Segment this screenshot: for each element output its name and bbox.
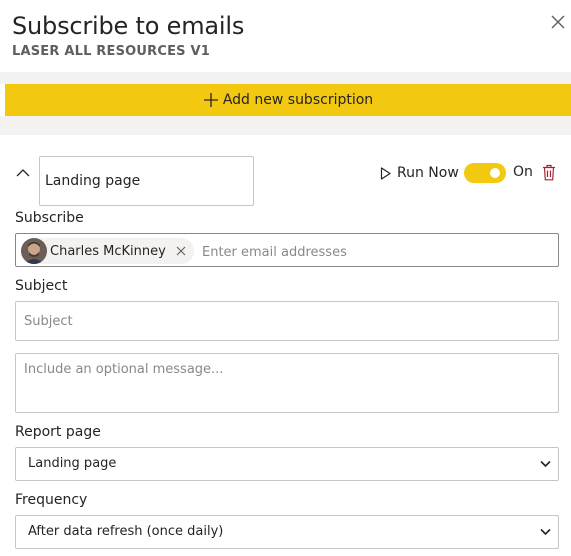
- report-page-select[interactable]: Landing page: [15, 447, 559, 481]
- play-icon: [380, 166, 391, 180]
- chevron-up-icon: [16, 169, 30, 177]
- report-page-value: Landing page: [28, 456, 117, 471]
- close-icon: [551, 15, 565, 29]
- frequency-label: Frequency: [15, 492, 88, 508]
- add-subscription-label: Add new subscription: [222, 92, 374, 108]
- avatar: [21, 238, 47, 264]
- section-divider: [0, 116, 571, 135]
- chevron-down-icon: [540, 460, 551, 468]
- add-subscription-button[interactable]: Add new subscription: [5, 84, 571, 116]
- report-page-label: Report page: [15, 424, 101, 440]
- delete-subscription-button[interactable]: [542, 164, 556, 181]
- plus-icon: [203, 93, 218, 107]
- recipient-name: Charles McKinney: [50, 243, 166, 259]
- close-button[interactable]: [549, 13, 567, 31]
- frequency-select[interactable]: After data refresh (once daily): [15, 515, 559, 549]
- run-now-label: Run Now: [397, 165, 459, 181]
- subject-label: Subject: [15, 278, 68, 294]
- message-input[interactable]: [15, 353, 559, 413]
- panel-title: Subscribe to emails: [12, 12, 245, 40]
- toggle-knob: [490, 168, 500, 178]
- recipient-chip: Charles McKinney: [21, 238, 194, 264]
- subscription-name-input[interactable]: [39, 156, 254, 206]
- report-name: LASER ALL RESOURCES V1: [12, 44, 210, 59]
- collapse-button[interactable]: [15, 164, 31, 177]
- email-input[interactable]: [200, 240, 544, 264]
- recipients-field[interactable]: Charles McKinney: [15, 233, 559, 267]
- subscription-toggle[interactable]: [464, 163, 506, 183]
- subscribe-label: Subscribe: [15, 210, 84, 226]
- frequency-value: After data refresh (once daily): [28, 524, 224, 539]
- close-icon[interactable]: [176, 246, 186, 256]
- subject-input[interactable]: [15, 301, 559, 341]
- header-divider: [0, 72, 571, 84]
- toggle-state-label: On: [513, 164, 533, 180]
- trash-icon: [543, 164, 555, 181]
- run-now-button[interactable]: Run Now: [380, 163, 459, 183]
- chevron-down-icon: [540, 528, 551, 536]
